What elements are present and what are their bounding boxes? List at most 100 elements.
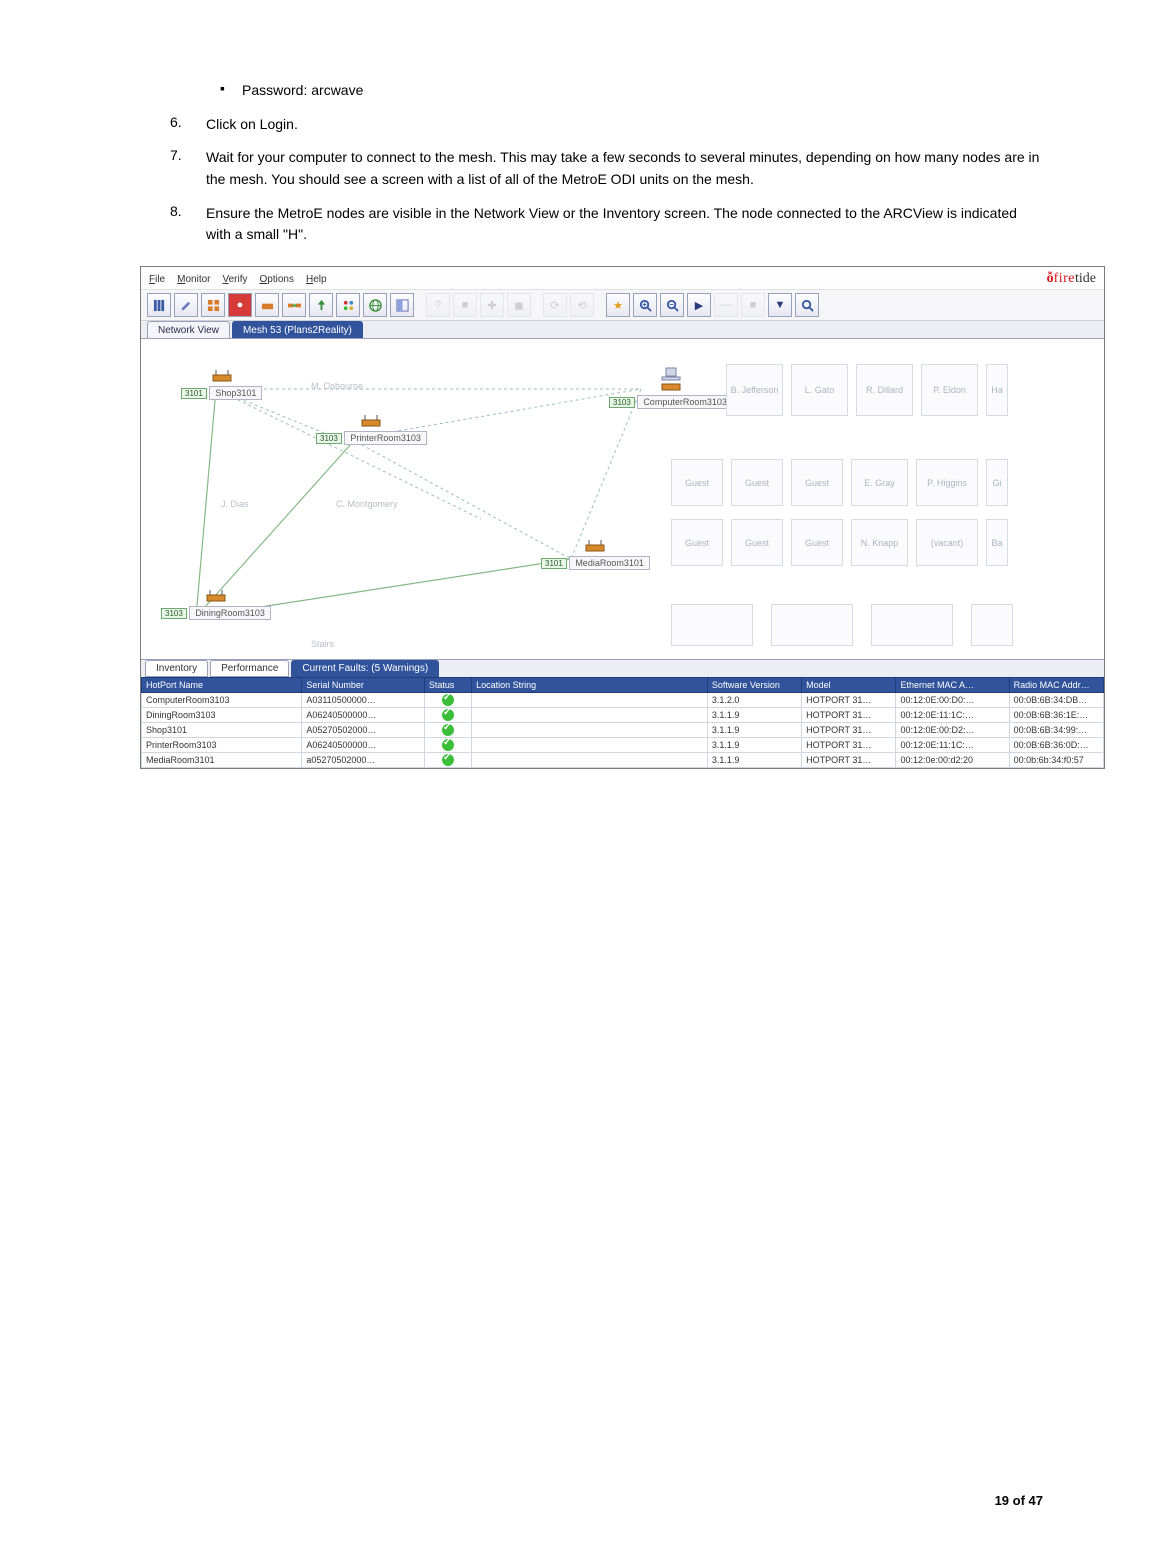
ghost-ha: Ha — [986, 364, 1008, 416]
step-text-7: Wait for your computer to connect to the… — [206, 147, 1043, 190]
step-text-8: Ensure the MetroE nodes are visible in t… — [206, 203, 1043, 246]
node-printer-tag: 3103 — [316, 433, 342, 444]
tb-node-icon[interactable] — [255, 293, 279, 317]
col-status[interactable]: Status — [424, 678, 471, 693]
cell-name: Shop3101 — [142, 723, 302, 738]
ghost-guest-5: Guest — [731, 519, 783, 566]
tb-right-icon[interactable]: ▶ — [687, 293, 711, 317]
cell-rad: 00:0B:6B:36:0D:… — [1009, 738, 1103, 753]
node-media[interactable]: 3101 MediaRoom3101 — [541, 539, 650, 570]
tb-link-icon[interactable] — [282, 293, 306, 317]
node-dining[interactable]: 3103 DiningRoom3103 — [161, 589, 271, 620]
step-number-6: 6. — [170, 114, 206, 136]
bullet-marker: ▪ — [220, 80, 242, 102]
ghost-guest-3: Guest — [791, 459, 843, 506]
col-hotport-name[interactable]: HotPort Name — [142, 678, 302, 693]
table-row[interactable]: ComputerRoom3103A03110500000…3.1.2.0HOTP… — [142, 693, 1104, 708]
node-computer[interactable]: 3103 ComputerRoom3103 — [609, 367, 733, 409]
tb-edit-icon[interactable] — [174, 293, 198, 317]
cell-loc — [472, 723, 708, 738]
cell-model: HOTPORT 31… — [802, 738, 896, 753]
tb-zoomout-icon[interactable] — [660, 293, 684, 317]
tb-layout-icon[interactable] — [390, 293, 414, 317]
tb-columns-icon[interactable] — [147, 293, 171, 317]
tb-grid-icon[interactable] — [201, 293, 225, 317]
tb-disabled-2: ■ — [453, 293, 477, 317]
ghost-guest-4: Guest — [671, 519, 723, 566]
ghost-bjefferson: B. Jefferson — [726, 364, 783, 416]
menu-verify[interactable]: Verify — [222, 274, 247, 285]
tab-inventory[interactable]: Inventory — [145, 660, 208, 677]
cell-status — [424, 753, 471, 768]
toolbar: ● ? ■ ✚ ◼ ⟳ ⟲ ★ ▶ — ■ ▼ — [141, 289, 1104, 321]
cell-rad: 00:0B:6B:34:DB… — [1009, 693, 1103, 708]
tb-down-icon[interactable]: ▼ — [768, 293, 792, 317]
tb-zoomin-icon[interactable] — [633, 293, 657, 317]
cell-eth: 00:12:0E:11:1C:… — [896, 738, 1009, 753]
node-dining-tag: 3103 — [161, 608, 187, 619]
menu-help[interactable]: Help — [306, 274, 327, 285]
cell-sn: A03110500000… — [302, 693, 425, 708]
tb-disabled-8: ■ — [741, 293, 765, 317]
ghost-blank-4 — [971, 604, 1013, 646]
step-text-6: Click on Login. — [206, 114, 298, 136]
tb-alert-icon[interactable]: ● — [228, 293, 252, 317]
tab-faults[interactable]: Current Faults: (5 Warnings) — [291, 660, 439, 677]
table-row[interactable]: PrinterRoom3103A06240500000…3.1.1.9HOTPO… — [142, 738, 1104, 753]
page-number: 19 of 47 — [995, 1493, 1043, 1508]
cell-model: HOTPORT 31… — [802, 753, 896, 768]
tb-globe-icon[interactable] — [363, 293, 387, 317]
tab-mesh[interactable]: Mesh 53 (Plans2Reality) — [232, 321, 363, 338]
col-location[interactable]: Location String — [472, 678, 708, 693]
cell-rad: 00:0B:6B:34:99:… — [1009, 723, 1103, 738]
password-line: Password: arcwave — [242, 80, 363, 102]
ghost-vacant: (vacant) — [916, 519, 978, 566]
table-row[interactable]: MediaRoom3101a05270502000…3.1.1.9HOTPORT… — [142, 753, 1104, 768]
ghost-guest-1: Guest — [671, 459, 723, 506]
cell-loc — [472, 693, 708, 708]
tab-network-view[interactable]: Network View — [147, 321, 230, 338]
col-radio-mac[interactable]: Radio MAC Addr… — [1009, 678, 1103, 693]
ghost-ba: Ba — [986, 519, 1008, 566]
cell-eth: 00:12:0E:00:D2:… — [896, 723, 1009, 738]
status-ok-icon — [442, 694, 454, 706]
cell-name: DiningRoom3103 — [142, 708, 302, 723]
node-shop-label: Shop3101 — [209, 386, 262, 400]
cell-name: ComputerRoom3103 — [142, 693, 302, 708]
tb-star-icon[interactable]: ★ — [606, 293, 630, 317]
network-canvas[interactable]: 3101 Shop3101 M. Osbourne 3103 PrinterRo… — [141, 339, 1104, 659]
cell-model: HOTPORT 31… — [802, 708, 896, 723]
cell-eth: 00:12:0E:00:D0:… — [896, 693, 1009, 708]
tb-disabled-1: ? — [426, 293, 450, 317]
col-serial[interactable]: Serial Number — [302, 678, 425, 693]
menu-options[interactable]: Options — [260, 274, 294, 285]
tb-disabled-4: ◼ — [507, 293, 531, 317]
bottom-tabs: Inventory Performance Current Faults: (5… — [141, 659, 1104, 677]
person-osbourne: M. Osbourne — [311, 381, 363, 391]
col-eth-mac[interactable]: Ethernet MAC A… — [896, 678, 1009, 693]
ghost-blank-3 — [871, 604, 953, 646]
cell-sn: A06240500000… — [302, 738, 425, 753]
status-ok-icon — [442, 724, 454, 736]
tb-apps-icon[interactable] — [336, 293, 360, 317]
menu-file[interactable]: File — [149, 274, 165, 285]
table-row[interactable]: DiningRoom3103A06240500000…3.1.1.9HOTPOR… — [142, 708, 1104, 723]
tab-performance[interactable]: Performance — [210, 660, 289, 677]
tb-disabled-7: — — [714, 293, 738, 317]
step-number-7: 7. — [170, 147, 206, 190]
node-computer-label: ComputerRoom3103 — [637, 395, 733, 409]
tb-disabled-6: ⟲ — [570, 293, 594, 317]
node-printer[interactable]: 3103 PrinterRoom3103 — [316, 414, 427, 445]
tb-upload-icon[interactable] — [309, 293, 333, 317]
col-version[interactable]: Software Version — [707, 678, 801, 693]
tb-zoom-icon[interactable] — [795, 293, 819, 317]
node-computer-tag: 3103 — [609, 397, 635, 408]
cell-model: HOTPORT 31… — [802, 723, 896, 738]
col-model[interactable]: Model — [802, 678, 896, 693]
node-shop[interactable]: 3101 Shop3101 — [181, 369, 262, 400]
label-jdias: J. Dias — [221, 499, 249, 509]
table-row[interactable]: Shop3101A05270502000…3.1.1.9HOTPORT 31…0… — [142, 723, 1104, 738]
label-cmont: C. Montgomery — [336, 499, 398, 509]
cell-ver: 3.1.1.9 — [707, 708, 801, 723]
menu-monitor[interactable]: Monitor — [177, 274, 210, 285]
